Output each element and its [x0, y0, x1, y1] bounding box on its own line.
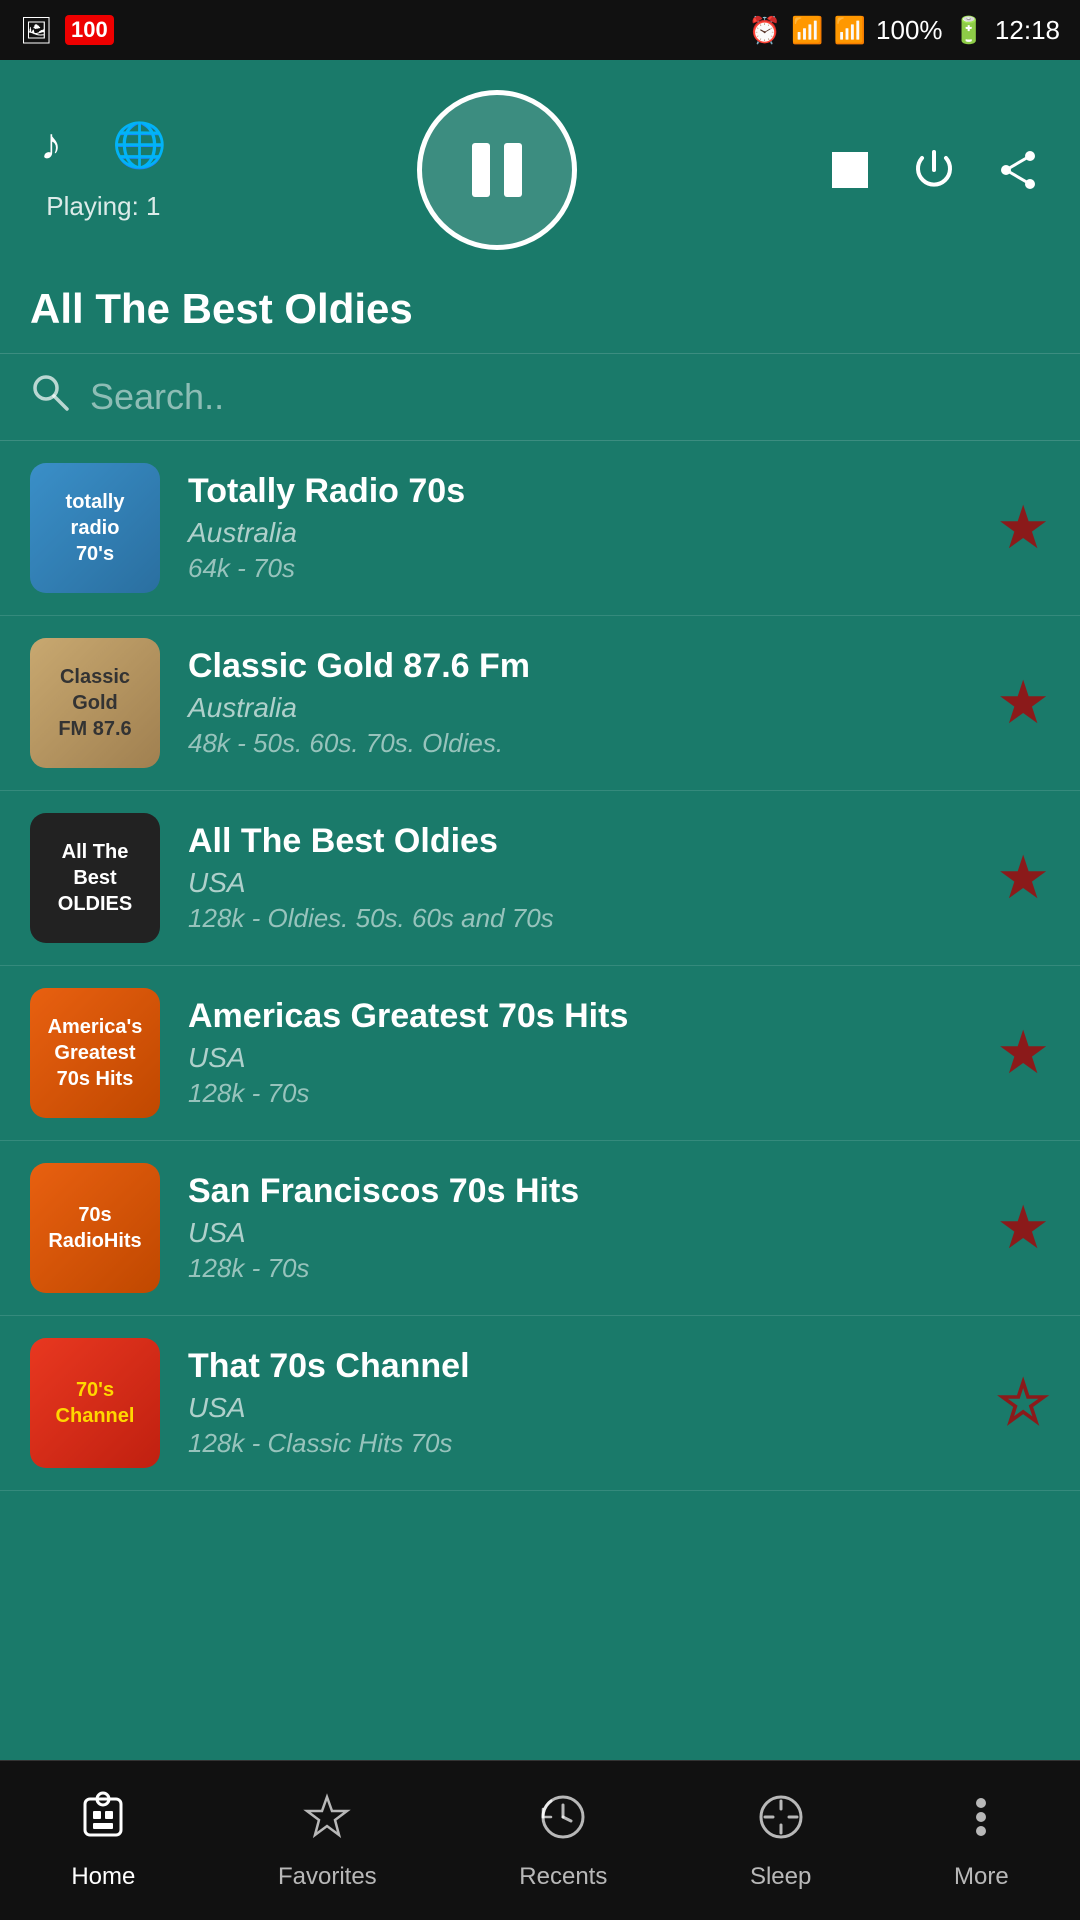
favorite-button[interactable]: ★ [996, 1018, 1050, 1088]
station-name: Totally Radio 70s [188, 472, 968, 511]
station-meta: 64k - 70s [188, 553, 968, 584]
current-station-title: All The Best Oldies [30, 285, 1050, 333]
station-country: USA [188, 1217, 968, 1249]
station-info: All The Best Oldies USA 128k - Oldies. 5… [188, 822, 968, 934]
station-info: Classic Gold 87.6 Fm Australia 48k - 50s… [188, 647, 968, 759]
battery-icon: 🔋 [953, 15, 985, 46]
pause-icon [462, 135, 532, 205]
station-name: San Franciscos 70s Hits [188, 1172, 968, 1211]
nav-home[interactable]: Home [71, 1791, 135, 1891]
station-meta: 128k - Classic Hits 70s [188, 1428, 968, 1459]
favorite-button[interactable]: ★ [996, 493, 1050, 563]
station-country: Australia [188, 692, 968, 724]
station-item[interactable]: 70sRadioHits San Franciscos 70s Hits USA… [0, 1141, 1080, 1316]
station-country: USA [188, 1392, 968, 1424]
status-bar: 🖼 100 ⏰ 📶 📶 100% 🔋 12:18 [0, 0, 1080, 60]
search-input[interactable] [90, 376, 1050, 418]
search-bar[interactable] [0, 353, 1080, 441]
share-button[interactable] [996, 148, 1040, 192]
station-logo: totallyradio70's [30, 463, 160, 593]
home-icon [77, 1791, 129, 1855]
station-meta: 48k - 50s. 60s. 70s. Oldies. [188, 728, 968, 759]
stop-button[interactable] [828, 148, 872, 192]
favorite-button[interactable]: ☆ [996, 1368, 1050, 1438]
station-item[interactable]: All The BestOLDIES All The Best Oldies U… [0, 791, 1080, 966]
station-info: Americas Greatest 70s Hits USA 128k - 70… [188, 997, 968, 1109]
station-logo: 70sRadioHits [30, 1163, 160, 1293]
signal-icon: 📶 [834, 15, 866, 46]
music-icon-button[interactable]: ♪ [40, 120, 62, 170]
station-country: USA [188, 867, 968, 899]
station-name: Americas Greatest 70s Hits [188, 997, 968, 1036]
status-right: ⏰ 📶 📶 100% 🔋 12:18 [749, 15, 1060, 46]
station-logo: ClassicGoldFM 87.6 [30, 638, 160, 768]
top-controls: ♪ 🌐 Playing: 1 [0, 60, 1080, 270]
station-item[interactable]: 70'sChannel That 70s Channel USA 128k - … [0, 1316, 1080, 1491]
top-right-group [828, 148, 1040, 192]
playing-label: Playing: 1 [46, 191, 160, 222]
station-meta: 128k - 70s [188, 1253, 968, 1284]
nav-more-label: More [954, 1863, 1009, 1891]
station-item[interactable]: America'sGreatest70s Hits Americas Great… [0, 966, 1080, 1141]
station-country: Australia [188, 517, 968, 549]
nav-recents[interactable]: Recents [519, 1791, 607, 1891]
status-left: 🖼 100 [20, 15, 114, 46]
nav-more[interactable]: More [954, 1791, 1009, 1891]
station-info: San Franciscos 70s Hits USA 128k - 70s [188, 1172, 968, 1284]
recents-icon [537, 1791, 589, 1855]
nav-favorites[interactable]: Favorites [278, 1791, 377, 1891]
alarm-icon: ⏰ [749, 15, 781, 46]
station-logo: America'sGreatest70s Hits [30, 988, 160, 1118]
favorite-button[interactable]: ★ [996, 843, 1050, 913]
favorites-icon [301, 1791, 353, 1855]
station-name: That 70s Channel [188, 1347, 968, 1386]
station-item[interactable]: ClassicGoldFM 87.6 Classic Gold 87.6 Fm … [0, 616, 1080, 791]
radio-app-icon: 100 [65, 15, 114, 45]
search-icon [30, 372, 70, 422]
bottom-nav: Home Favorites Recents [0, 1760, 1080, 1920]
station-logo: All The BestOLDIES [30, 813, 160, 943]
station-info: Totally Radio 70s Australia 64k - 70s [188, 472, 968, 584]
nav-favorites-label: Favorites [278, 1863, 377, 1891]
favorite-button[interactable]: ★ [996, 668, 1050, 738]
station-meta: 128k - 70s [188, 1078, 968, 1109]
station-item[interactable]: totallyradio70's Totally Radio 70s Austr… [0, 441, 1080, 616]
station-name: All The Best Oldies [188, 822, 968, 861]
battery-text: 100% [876, 15, 943, 46]
power-button[interactable] [912, 148, 956, 192]
station-logo: 70'sChannel [30, 1338, 160, 1468]
time-display: 12:18 [995, 15, 1060, 46]
station-list: totallyradio70's Totally Radio 70s Austr… [0, 441, 1080, 1751]
pause-button[interactable] [417, 90, 577, 250]
station-country: USA [188, 1042, 968, 1074]
photo-icon: 🖼 [20, 15, 53, 46]
favorite-button[interactable]: ★ [996, 1193, 1050, 1263]
nav-home-label: Home [71, 1863, 135, 1891]
wifi-icon: 📶 [791, 15, 823, 46]
station-name: Classic Gold 87.6 Fm [188, 647, 968, 686]
nav-sleep[interactable]: Sleep [750, 1791, 811, 1891]
nav-recents-label: Recents [519, 1863, 607, 1891]
globe-icon-button[interactable]: 🌐 [112, 119, 167, 171]
top-left-group: ♪ 🌐 Playing: 1 [40, 119, 167, 222]
station-info: That 70s Channel USA 128k - Classic Hits… [188, 1347, 968, 1459]
station-meta: 128k - Oldies. 50s. 60s and 70s [188, 903, 968, 934]
more-icon [955, 1791, 1007, 1855]
station-title-section: All The Best Oldies [0, 270, 1080, 353]
sleep-icon [755, 1791, 807, 1855]
nav-sleep-label: Sleep [750, 1863, 811, 1891]
